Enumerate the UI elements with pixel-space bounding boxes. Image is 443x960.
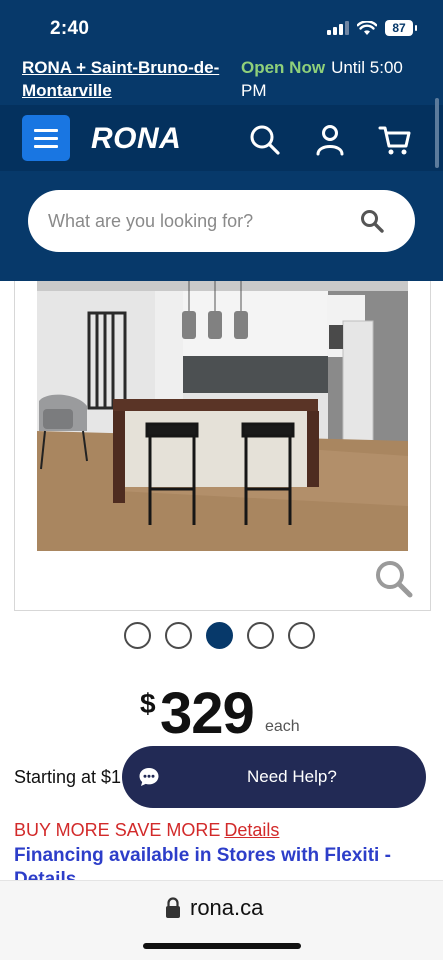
menu-icon-line xyxy=(34,128,58,132)
promo-text: BUY MORE SAVE MORE xyxy=(14,820,221,840)
rona-logo[interactable]: RONA xyxy=(91,122,181,156)
site-header: 2:40 87 RONA + Saint-Bruno-de-Montarvill… xyxy=(0,0,443,281)
starting-at-text: Starting at $1 xyxy=(14,767,122,787)
store-hours: Open Now Until 5:00 PM xyxy=(241,56,421,102)
menu-icon-line xyxy=(34,144,58,148)
battery-icon: 87 xyxy=(385,20,417,36)
need-help-button[interactable]: Need Help? xyxy=(122,746,426,808)
currency-symbol: $ xyxy=(140,688,156,719)
carousel-dot[interactable] xyxy=(165,622,192,649)
store-name-link[interactable]: RONA + Saint-Bruno-de-Montarville xyxy=(22,56,222,102)
battery-level: 87 xyxy=(392,21,406,35)
browser-url-bar[interactable]: rona.ca xyxy=(0,880,443,960)
nav-bar: RONA xyxy=(0,105,443,171)
signal-icon xyxy=(327,21,349,35)
zoom-icon[interactable] xyxy=(374,559,414,599)
promo-details-link[interactable]: Details xyxy=(224,820,279,840)
open-now-label: Open Now xyxy=(241,58,326,77)
product-photo[interactable] xyxy=(37,281,408,551)
lock-icon xyxy=(166,897,180,918)
status-time: 2:40 xyxy=(50,18,90,39)
carousel-dots xyxy=(124,622,315,649)
search-bar xyxy=(28,190,415,252)
status-icons: 87 xyxy=(327,20,417,36)
store-info: RONA + Saint-Bruno-de-Montarville Open N… xyxy=(0,54,443,104)
menu-button[interactable] xyxy=(22,115,70,161)
carousel-dot-active[interactable] xyxy=(206,622,233,649)
price-amount: 329 xyxy=(160,681,255,746)
carousel-dot[interactable] xyxy=(288,622,315,649)
scrollbar[interactable] xyxy=(435,98,439,168)
menu-icon-line xyxy=(34,136,58,140)
search-icon[interactable] xyxy=(248,123,282,157)
url-text: rona.ca xyxy=(190,895,264,920)
user-icon[interactable] xyxy=(313,123,347,157)
chat-icon xyxy=(139,768,159,786)
carousel-dot[interactable] xyxy=(247,622,274,649)
search-input[interactable] xyxy=(48,190,348,252)
home-indicator[interactable] xyxy=(143,943,301,949)
screen: 2:40 87 RONA + Saint-Bruno-de-Montarvill… xyxy=(0,0,443,960)
need-help-label: Need Help? xyxy=(247,767,337,786)
search-submit-icon[interactable] xyxy=(359,208,385,234)
financing-link[interactable]: Financing available in Stores with Flexi… xyxy=(14,844,419,880)
status-bar: 2:40 87 xyxy=(0,0,443,52)
carousel-dot[interactable] xyxy=(124,622,151,649)
wifi-icon xyxy=(357,20,377,35)
price-unit: each xyxy=(265,718,300,735)
promo-banner: BUY MORE SAVE MORE Details xyxy=(14,820,279,841)
product-image-card xyxy=(14,281,431,611)
cart-icon[interactable] xyxy=(378,123,412,157)
